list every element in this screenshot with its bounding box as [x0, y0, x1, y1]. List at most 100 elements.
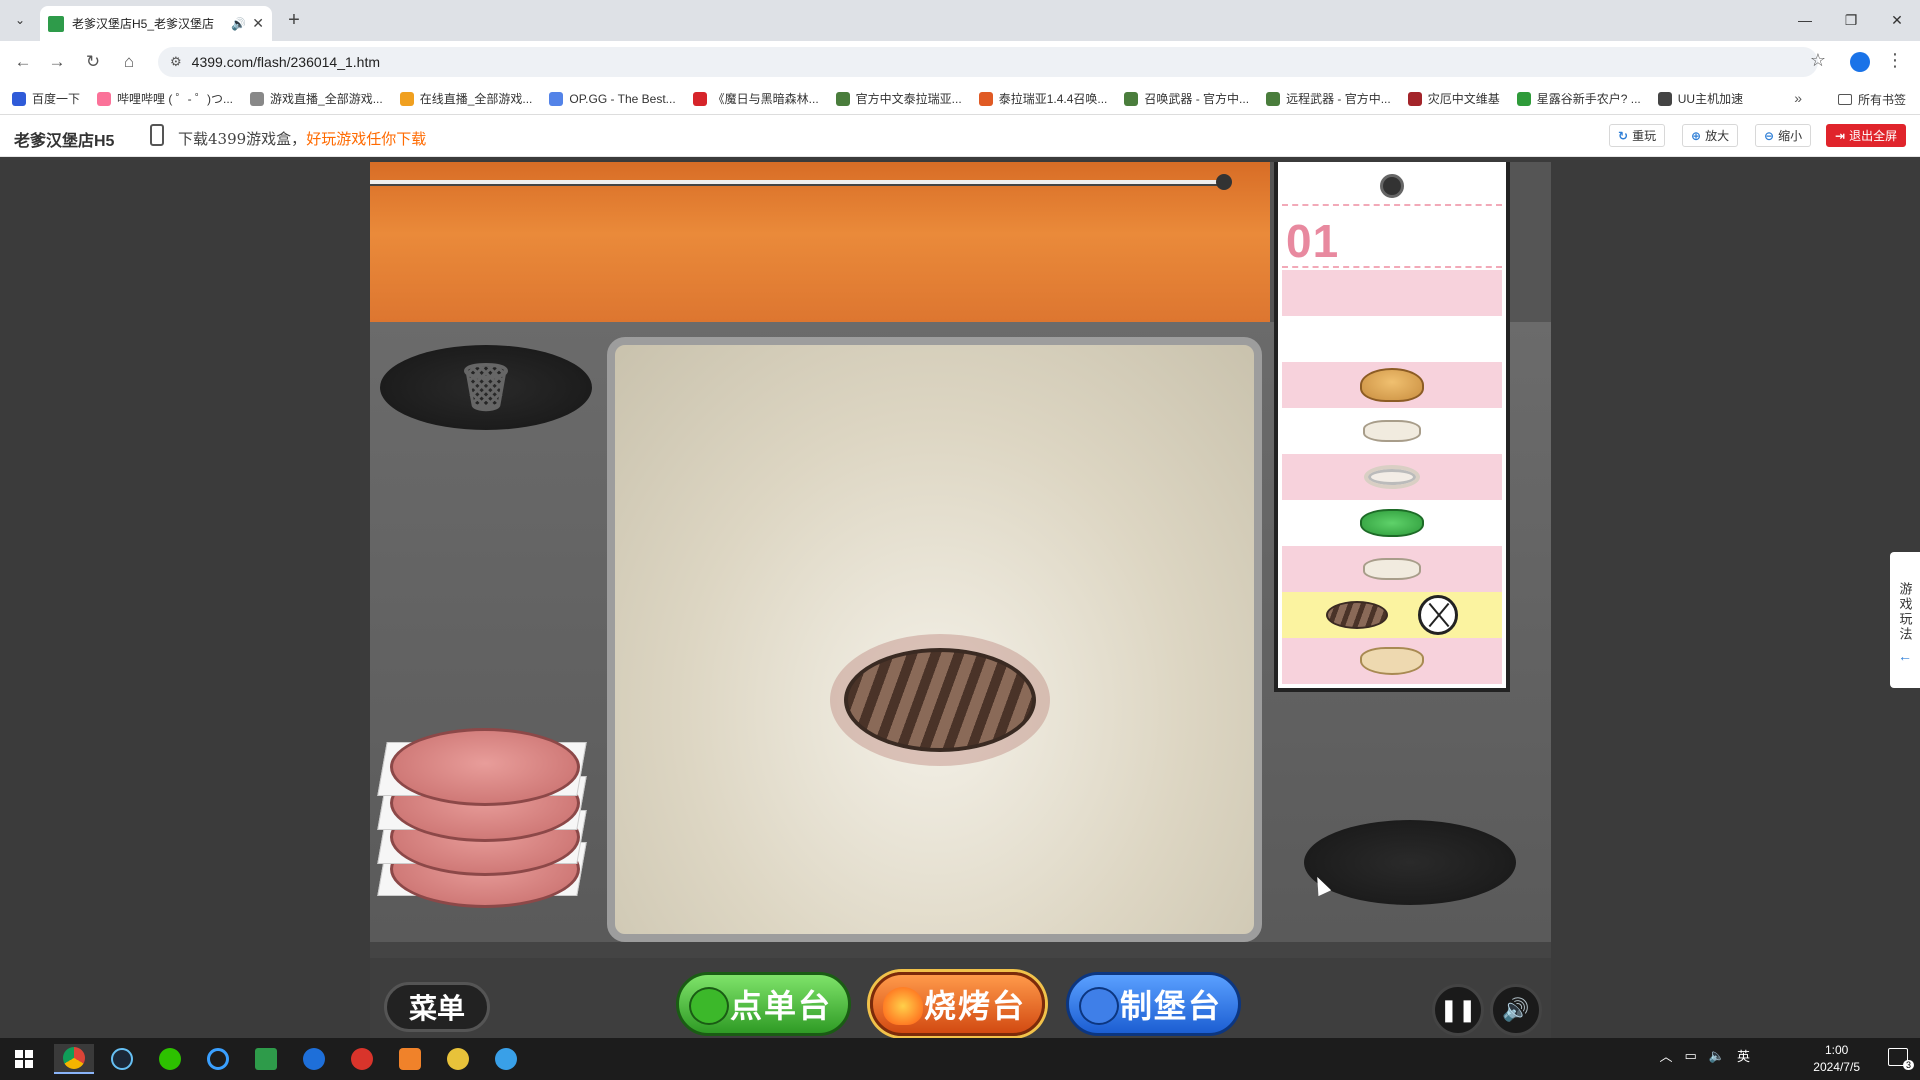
how-to-play-tab[interactable]: 游戏玩法 ← [1890, 552, 1920, 688]
ticket-number: 01 [1286, 215, 1340, 267]
taskbar-steam[interactable] [102, 1044, 142, 1074]
taskbar-app-orange[interactable] [390, 1044, 430, 1074]
all-bookmarks-button[interactable]: 所有书签 [1837, 91, 1906, 108]
back-arrow-icon[interactable]: ← [10, 50, 36, 74]
taskbar-chrome[interactable] [54, 1044, 94, 1074]
pause-button[interactable]: ❚❚ [1432, 984, 1484, 1036]
bookmark-label: 远程武器 - 官方中... [1286, 92, 1391, 106]
address-bar[interactable]: ⚙ 4399.com/flash/236014_1.htm [158, 47, 1818, 77]
taskbar-app-penguin[interactable] [486, 1044, 526, 1074]
download-promo-link[interactable]: 下载4399游戏盒，好玩游戏任你下载 [178, 128, 426, 149]
bookmark-label: 《魔日与黑暗森林... [712, 92, 819, 106]
bookmark-favicon-icon [97, 91, 112, 106]
url-text[interactable]: 4399.com/flash/236014_1.htm [192, 54, 380, 70]
volume-icon[interactable]: 🔈 [1709, 1048, 1725, 1064]
bookmark-star-icon[interactable]: ☆ [1810, 50, 1826, 71]
bookmark-item[interactable]: 召唤武器 - 官方中... [1124, 90, 1249, 107]
chrome-icon [63, 1047, 85, 1069]
network-icon[interactable]: ▭ [1685, 1048, 1697, 1064]
tab-close-icon[interactable]: ✕ [252, 15, 264, 32]
zoom-in-button[interactable]: ⊕ 放大 [1682, 124, 1739, 147]
taskbar-clock[interactable]: 1:00 2024/7/5 [1813, 1042, 1860, 1076]
bookmark-item[interactable]: 官方中文泰拉瑞亚... [835, 90, 962, 107]
menu-button[interactable]: 菜单 [384, 982, 490, 1032]
profile-avatar-icon[interactable] [1850, 52, 1870, 72]
site-info-icon[interactable]: ⚙ [170, 54, 182, 70]
bookmark-favicon-icon [1657, 91, 1672, 106]
exit-fullscreen-label: 退出全屏 [1849, 129, 1898, 143]
home-icon[interactable]: ⌂ [116, 50, 142, 74]
bookmark-item[interactable]: 星露谷新手农户? ... [1516, 90, 1641, 107]
build-station-button[interactable]: 制堡台 [1066, 972, 1241, 1036]
bookmark-item[interactable]: 在线直播_全部游戏... [399, 90, 532, 107]
bookmark-item[interactable]: 远程武器 - 官方中... [1266, 90, 1391, 107]
tab-audio-icon[interactable]: 🔊 [231, 17, 246, 31]
taskbar-app-ring[interactable] [198, 1044, 238, 1074]
ticket-blank-row [1282, 270, 1502, 316]
bookmark-item[interactable]: 泰拉瑞亚1.4.4召唤... [978, 90, 1107, 107]
ticket-order-row [1282, 592, 1502, 638]
replay-icon: ↻ [1618, 128, 1629, 143]
bookmark-item[interactable]: 游戏直播_全部游戏... [250, 90, 383, 107]
patty-icon [1326, 601, 1388, 629]
build-station-label: 制堡台 [1119, 988, 1222, 1024]
tab-list-chevron-icon[interactable]: ⌄ [8, 8, 32, 32]
new-tab-button[interactable]: + [282, 8, 306, 32]
red-app-icon [351, 1048, 373, 1070]
bookmarks-overflow-icon[interactable]: » [1794, 90, 1802, 106]
bookmark-label: 百度一下 [32, 92, 81, 106]
taskbar-app-blue[interactable] [294, 1044, 334, 1074]
bookmark-item[interactable]: 灾厄中文维基 [1407, 90, 1500, 107]
ticket-pin-icon [1380, 174, 1404, 198]
forward-arrow-icon[interactable]: → [44, 50, 70, 74]
bookmark-favicon-icon [978, 91, 993, 106]
order-ticket[interactable]: 01 [1274, 162, 1510, 692]
bookmark-item[interactable]: 哔哩哔哩 ( ゜- ゜)つ... [97, 90, 233, 107]
ticket-holder-plate[interactable] [1304, 820, 1516, 905]
kitchen-wall [370, 162, 1270, 322]
trash-icon: 🗑 [456, 360, 516, 414]
phone-icon [150, 124, 164, 146]
browser-tab-active[interactable]: 老爹汉堡店H5_老爹汉堡店 🔊 ✕ [40, 6, 272, 41]
reload-icon[interactable]: ↻ [80, 50, 106, 74]
zoom-in-label: 放大 [1705, 129, 1730, 143]
taskbar-app-red[interactable] [342, 1044, 382, 1074]
raw-patty-stack[interactable] [377, 722, 588, 912]
grill-surface[interactable] [607, 337, 1262, 942]
all-bookmarks-label: 所有书签 [1857, 93, 1906, 107]
sound-toggle-button[interactable]: 🔊 [1490, 984, 1542, 1036]
zoom-out-button[interactable]: ⊖ 缩小 [1755, 124, 1812, 147]
bookmark-favicon-icon [250, 91, 265, 106]
restore-window-icon[interactable]: ❐ [1836, 8, 1866, 32]
replay-label: 重玩 [1632, 129, 1657, 143]
penguin-app-icon [495, 1048, 517, 1070]
browser-menu-icon[interactable]: ⋮ [1886, 50, 1904, 71]
bookmark-item[interactable]: UU主机加速 [1657, 90, 1743, 107]
exit-fullscreen-button[interactable]: ⇥ 退出全屏 [1826, 124, 1907, 147]
onion-icon [1364, 465, 1420, 489]
zoom-out-label: 缩小 [1778, 129, 1803, 143]
tray-expand-icon[interactable]: ︿ [1659, 1046, 1672, 1065]
ticket-rail-knob [1216, 174, 1232, 190]
how-to-play-label: 游戏玩法 [1897, 582, 1913, 642]
order-station-button[interactable]: 点单台 [676, 972, 851, 1036]
game-canvas[interactable]: 🗑 01 菜单 点单台 烧烤台 制堡台 ❚❚ 🔊 [370, 162, 1551, 1038]
wechat-icon [159, 1048, 181, 1070]
trash-can-button[interactable]: 🗑 [380, 345, 592, 430]
bookmark-item[interactable]: 百度一下 [12, 90, 80, 107]
ticket-divider [1282, 266, 1502, 268]
grill-station-button[interactable]: 烧烤台 [870, 972, 1045, 1036]
bookmark-item[interactable]: 《魔日与黑暗森林... [692, 90, 819, 107]
ticket-order-row [1282, 362, 1502, 408]
close-window-icon[interactable]: ✕ [1882, 8, 1912, 32]
start-button[interactable] [4, 1044, 44, 1074]
bookmark-item[interactable]: OP.GG - The Best... [549, 91, 676, 106]
bookmark-favicon-icon [835, 91, 850, 106]
cooking-patty[interactable] [844, 648, 1036, 752]
taskbar-app-owl[interactable] [438, 1044, 478, 1074]
minimize-window-icon[interactable]: — [1790, 8, 1820, 32]
replay-button[interactable]: ↻ 重玩 [1609, 124, 1666, 147]
taskbar-app-screen[interactable] [246, 1044, 286, 1074]
ime-indicator[interactable]: 英 [1737, 1046, 1750, 1065]
taskbar-wechat[interactable] [150, 1044, 190, 1074]
